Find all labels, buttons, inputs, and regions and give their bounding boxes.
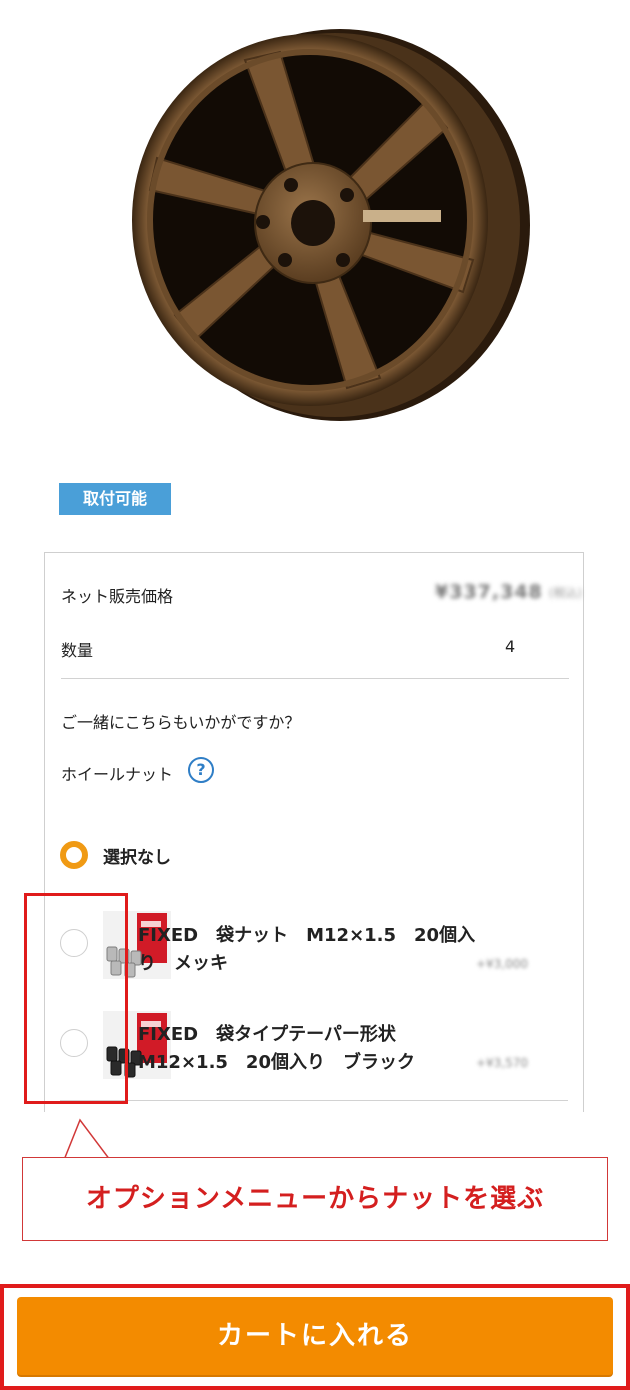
divider [61, 678, 569, 679]
option-chrome-nut-label: FIXED 袋ナット M12×1.5 20個入 り メッキ +¥3,000 [138, 922, 528, 978]
add-to-cart-button[interactable]: カートに入れる [17, 1297, 613, 1375]
option-black-nut-line1: FIXED 袋タイプテーパー形状 [138, 1024, 396, 1045]
option-black-nut-price: +¥3,570 [475, 1056, 528, 1070]
price-suffix: (税込) [548, 585, 583, 600]
radio-highlight-box [24, 893, 128, 1104]
recommend-heading: ご一緒にこちらもいかがですか？ [61, 713, 301, 732]
option-black-nut-line2: M12×1.5 20個入り ブラック [138, 1052, 415, 1073]
option-chrome-nut-line2: り メッキ [138, 953, 228, 974]
wheel-nut-category-label: ホイールナット [61, 765, 174, 784]
product-image [95, 20, 535, 440]
callout-pointer-icon [63, 1118, 111, 1160]
wheel-icon [132, 29, 530, 421]
price-amount: ¥337,348 [435, 581, 543, 603]
quantity-label: 数量 [61, 641, 94, 660]
panel-bottom-divider [60, 1100, 568, 1101]
help-icon[interactable]: ? [188, 757, 214, 783]
option-chrome-nut-price: +¥3,000 [475, 957, 528, 971]
option-none-radio[interactable] [60, 841, 88, 869]
quantity-value: 4 [505, 637, 516, 656]
net-price-value: ¥337,348 (税込) [435, 579, 582, 605]
net-price-label: ネット販売価格 [61, 587, 174, 606]
option-chrome-nut-line1: FIXED 袋ナット M12×1.5 20個入 [138, 925, 476, 946]
installation-available-badge: 取付可能 [59, 483, 171, 515]
instruction-callout: オプションメニューからナットを選ぶ [22, 1157, 608, 1241]
option-black-nut-label: FIXED 袋タイプテーパー形状 M12×1.5 20個入り ブラック +¥3,… [138, 1021, 528, 1077]
option-none-label: 選択なし [103, 848, 171, 868]
